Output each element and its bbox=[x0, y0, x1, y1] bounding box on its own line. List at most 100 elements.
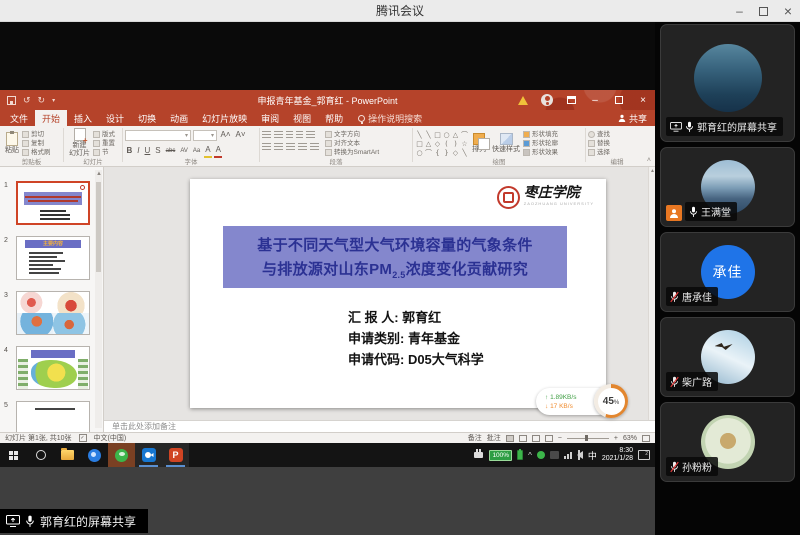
share-button[interactable]: 共享 bbox=[618, 110, 647, 126]
qat-customize-icon[interactable]: ▾ bbox=[52, 97, 55, 104]
battery-icon[interactable] bbox=[517, 450, 523, 460]
bullets-icon[interactable] bbox=[262, 131, 271, 139]
shrink-font-button[interactable]: A˅ bbox=[234, 129, 247, 141]
powerpoint-taskbar-button[interactable]: P bbox=[162, 443, 189, 467]
slide-1-thumbnail[interactable] bbox=[16, 181, 90, 225]
line-spacing-icon[interactable] bbox=[306, 131, 315, 139]
thumbnail-item-4[interactable]: 4 bbox=[16, 346, 91, 390]
current-slide[interactable]: 枣庄学院 ZAOZHUANG UNIVERSITY 基于不同天气型大气环境容量的… bbox=[190, 179, 606, 408]
undo-icon[interactable]: ↺ bbox=[23, 96, 31, 105]
format-painter-button[interactable]: 格式刷 bbox=[22, 149, 51, 156]
network-icon[interactable] bbox=[564, 452, 572, 459]
tab-home[interactable]: 开始 bbox=[35, 110, 67, 126]
slideshow-view-icon[interactable] bbox=[545, 435, 553, 442]
section-button[interactable]: 节 bbox=[93, 149, 115, 156]
replace-button[interactable]: 替换 bbox=[588, 140, 610, 147]
shapes-gallery[interactable]: ╲╲□○△⌒ □△◇()☆ ○⌒{}◇╲ bbox=[415, 128, 469, 157]
paste-button[interactable]: 粘贴 bbox=[2, 128, 22, 157]
tencent-meeting-taskbar-button[interactable] bbox=[135, 443, 162, 467]
arrange-button[interactable]: 排列 bbox=[469, 128, 489, 157]
tab-view[interactable]: 视图 bbox=[286, 110, 318, 126]
presenter-info[interactable]: 汇 报 人: 郭育红 申请类别: 青年基金 申请代码: D05大气科学 bbox=[348, 307, 484, 370]
find-button[interactable]: 查找 bbox=[588, 131, 610, 138]
participant-tile[interactable]: 柴广路 bbox=[660, 317, 795, 397]
tab-slideshow[interactable]: 幻灯片放映 bbox=[195, 110, 254, 126]
slide-2-thumbnail[interactable]: 主要内容 bbox=[16, 236, 90, 280]
justify-icon[interactable] bbox=[298, 143, 307, 151]
ppt-restore-button[interactable] bbox=[607, 90, 631, 110]
thumbnail-item-1[interactable]: 1 bbox=[16, 181, 91, 225]
reset-button[interactable]: 重置 bbox=[93, 140, 115, 147]
numbering-icon[interactable] bbox=[274, 131, 283, 139]
notes-toggle[interactable]: 备注 bbox=[468, 433, 482, 443]
account-avatar[interactable] bbox=[535, 90, 559, 110]
start-button[interactable] bbox=[0, 443, 27, 467]
ribbon-display-options-icon[interactable] bbox=[559, 90, 583, 110]
layout-button[interactable]: 版式 bbox=[93, 131, 115, 138]
notes-bar[interactable]: 单击此处添加备注 bbox=[104, 420, 655, 432]
spellcheck-icon[interactable]: ✓ bbox=[79, 434, 87, 442]
tell-me-search[interactable]: 操作说明搜索 bbox=[358, 110, 422, 126]
align-left-icon[interactable] bbox=[262, 143, 271, 151]
comments-toggle[interactable]: 批注 bbox=[487, 433, 501, 443]
zoom-out-icon[interactable]: − bbox=[558, 435, 562, 442]
text-direction-button[interactable]: 文字方向 bbox=[325, 131, 379, 138]
participant-tile[interactable]: 郭育红的屏幕共享 bbox=[660, 24, 795, 142]
scroll-up-icon[interactable]: ▲ bbox=[96, 171, 102, 177]
select-button[interactable]: 选择 bbox=[588, 149, 610, 156]
zoom-slider[interactable] bbox=[567, 438, 609, 439]
tab-animations[interactable]: 动画 bbox=[163, 110, 195, 126]
align-text-button[interactable]: 对齐文本 bbox=[325, 140, 379, 147]
tab-review[interactable]: 审阅 bbox=[254, 110, 286, 126]
ime-indicator[interactable]: 中 bbox=[588, 449, 597, 462]
grow-font-button[interactable]: A˄ bbox=[219, 129, 232, 141]
quick-styles-button[interactable]: 快速样式 bbox=[489, 128, 523, 157]
speaker-icon[interactable] bbox=[577, 451, 583, 459]
shape-effects-button[interactable]: 形状效果 bbox=[523, 149, 558, 156]
participant-tile[interactable]: 孙粉粉 bbox=[660, 402, 795, 482]
font-size-select[interactable]: ▾ bbox=[193, 130, 217, 141]
columns-icon[interactable] bbox=[310, 143, 319, 151]
align-right-icon[interactable] bbox=[286, 143, 295, 151]
thumbnail-item-5[interactable]: 5 bbox=[16, 401, 91, 432]
minimize-button[interactable]: – bbox=[736, 6, 743, 16]
zoom-level[interactable]: 63% bbox=[623, 435, 637, 442]
thumbnail-scrollbar[interactable]: ▲ bbox=[95, 170, 102, 428]
shape-fill-button[interactable]: 形状填充 bbox=[523, 131, 558, 138]
clock[interactable]: 8:30 2021/1/28 bbox=[602, 447, 633, 464]
maximize-button[interactable] bbox=[759, 7, 768, 16]
cut-button[interactable]: 剪切 bbox=[22, 131, 51, 138]
blue-app-button[interactable] bbox=[81, 443, 108, 467]
slide-3-thumbnail[interactable] bbox=[16, 291, 90, 335]
decrease-indent-icon[interactable] bbox=[286, 131, 293, 139]
green-app-button[interactable] bbox=[108, 443, 135, 467]
redo-icon[interactable]: ↻ bbox=[38, 96, 46, 105]
font-name-select[interactable]: ▾ bbox=[125, 130, 191, 141]
action-center-icon[interactable]: 2 bbox=[638, 450, 650, 460]
tab-transitions[interactable]: 切换 bbox=[131, 110, 163, 126]
align-center-icon[interactable] bbox=[274, 143, 283, 151]
slide-title-banner[interactable]: 基于不同天气型大气环境容量的气象条件 与排放源对山东PM2.5浓度变化贡献研究 bbox=[223, 226, 567, 288]
fit-to-window-icon[interactable] bbox=[642, 435, 650, 442]
shape-outline-button[interactable]: 形状轮廓 bbox=[523, 140, 558, 147]
tab-design[interactable]: 设计 bbox=[99, 110, 131, 126]
ppt-close-button[interactable]: × bbox=[631, 90, 655, 110]
tray-dark-app-icon[interactable] bbox=[550, 451, 559, 459]
upload-warning-icon[interactable] bbox=[511, 90, 535, 110]
canvas-scrollbar[interactable] bbox=[648, 167, 655, 420]
hidden-icons-chevron[interactable]: ^ bbox=[528, 451, 532, 460]
slide-5-thumbnail[interactable] bbox=[16, 401, 90, 432]
save-icon[interactable] bbox=[7, 96, 16, 105]
thumbnail-item-3[interactable]: 3 bbox=[16, 291, 91, 335]
tab-file[interactable]: 文件 bbox=[3, 110, 35, 126]
tab-insert[interactable]: 插入 bbox=[67, 110, 99, 126]
ppt-minimize-button[interactable]: – bbox=[583, 90, 607, 110]
file-explorer-button[interactable] bbox=[54, 443, 81, 467]
battery-percent[interactable]: 100% bbox=[489, 450, 512, 461]
increase-indent-icon[interactable] bbox=[296, 131, 303, 139]
thumbnail-item-2[interactable]: 2 主要内容 bbox=[16, 236, 91, 280]
zoom-in-icon[interactable]: + bbox=[614, 435, 618, 442]
slide-sorter-view-icon[interactable] bbox=[519, 435, 527, 442]
copy-button[interactable]: 复制 bbox=[22, 140, 51, 147]
participant-tile[interactable]: 承佳 唐承佳 bbox=[660, 232, 795, 312]
